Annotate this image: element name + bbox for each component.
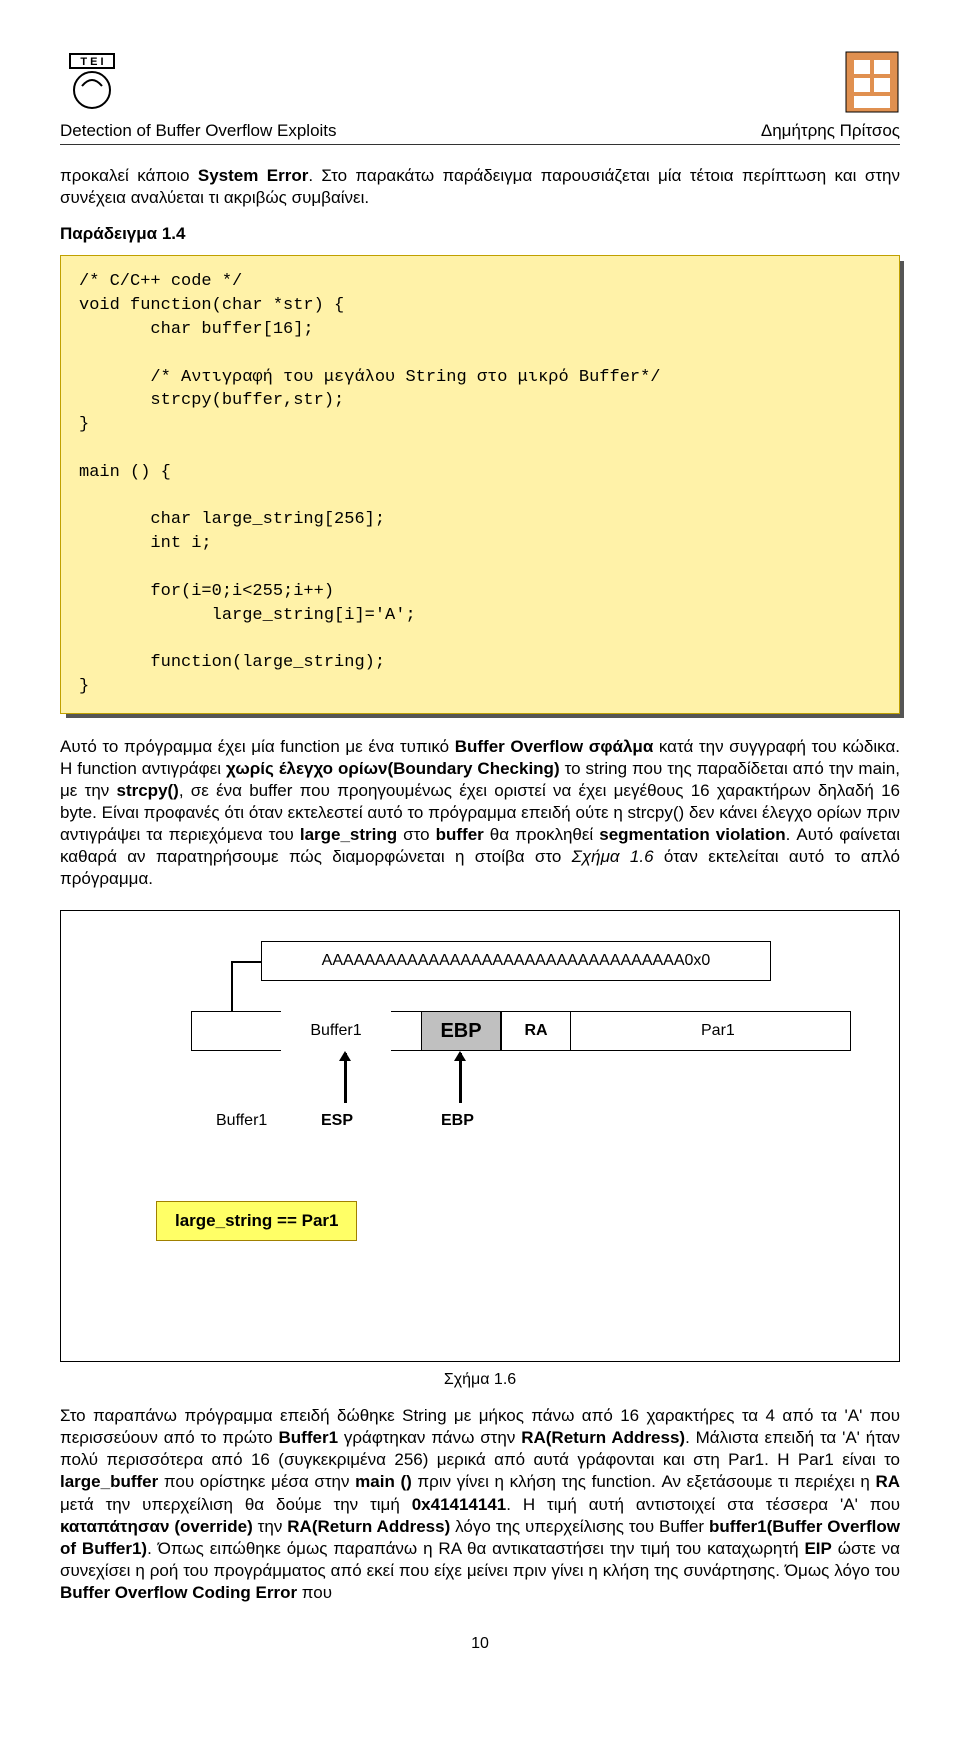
figure-caption: Σχήμα 1.6 xyxy=(60,1370,900,1391)
ebp-label: EBP xyxy=(441,1111,474,1132)
logo-demo xyxy=(844,50,900,114)
page-number: 10 xyxy=(60,1634,900,1655)
stack-diagram: AAAAAAAAAAAAAAAAAAAAAAAAAAAAAAAAAA0x0 Bu… xyxy=(60,910,900,1362)
buffer1-label: Buffer1 xyxy=(216,1111,267,1132)
ra-cell: RA xyxy=(501,1011,571,1051)
ebp-cell: EBP xyxy=(421,1011,501,1051)
intro-paragraph: προκαλεί κάποιο System Error. Στο παρακά… xyxy=(60,165,900,209)
par1-label: Par1 xyxy=(701,1021,735,1042)
title-bar: Detection of Buffer Overflow Exploits Δη… xyxy=(60,120,900,145)
doc-author: Δημήτρης Πρίτσος xyxy=(761,120,900,142)
aaaa-box: AAAAAAAAAAAAAAAAAAAAAAAAAAAAAAAAAA0x0 xyxy=(261,941,771,981)
page-header: T E I xyxy=(60,50,900,114)
buffer1-cell: Buffer1 xyxy=(281,1011,391,1051)
code-content: /* C/C++ code */ void function(char *str… xyxy=(60,255,900,713)
example-heading: Παράδειγμα 1.4 xyxy=(60,223,900,245)
code-example: /* C/C++ code */ void function(char *str… xyxy=(60,255,900,713)
paragraph-3: Στο παραπάνω πρόγραμμα επειδή δώθηκε Str… xyxy=(60,1405,900,1604)
paragraph-2: Αυτό το πρόγραμμα έχει μία function με έ… xyxy=(60,736,900,891)
large-string-box: large_string == Par1 xyxy=(156,1201,357,1241)
esp-label: ESP xyxy=(321,1111,353,1132)
logo-tei: T E I xyxy=(60,50,124,114)
doc-title: Detection of Buffer Overflow Exploits xyxy=(60,120,337,142)
svg-text:T E I: T E I xyxy=(80,56,103,68)
